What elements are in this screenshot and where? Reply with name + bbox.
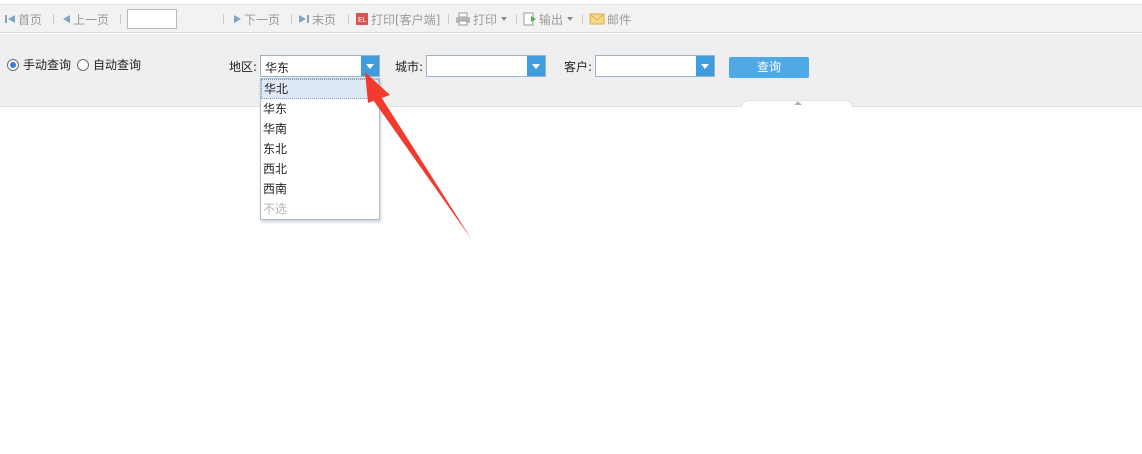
- region-value: 华东: [265, 61, 290, 75]
- dropdown-option[interactable]: 东北: [261, 139, 379, 159]
- region-dropdown-button[interactable]: [361, 56, 379, 76]
- last-page-button[interactable]: 末页: [298, 5, 336, 33]
- city-dropdown-button[interactable]: [527, 56, 545, 76]
- region-combobox[interactable]: 华东: [260, 55, 380, 77]
- print-button[interactable]: 打印: [455, 5, 508, 33]
- next-page-icon: [234, 15, 241, 23]
- dropdown-option[interactable]: 华东: [261, 99, 379, 119]
- first-page-label: 首页: [18, 12, 43, 27]
- dropdown-option[interactable]: 华北: [261, 79, 379, 99]
- printer-icon: [456, 12, 470, 26]
- mail-icon: [589, 13, 605, 25]
- chevron-down-icon: [532, 63, 540, 69]
- mail-label: 邮件: [607, 12, 632, 27]
- region-label: 地区:: [229, 60, 258, 74]
- radio-checked-icon[interactable]: [7, 58, 19, 71]
- export-label: 输出: [539, 12, 564, 27]
- dropdown-option[interactable]: 西南: [261, 179, 379, 199]
- region-dropdown-list: 华北 华东 华南 东北 西北 西南 不选: [260, 78, 380, 220]
- manual-query-label: 手动查询: [23, 58, 72, 72]
- last-page-label: 末页: [312, 12, 337, 27]
- annotation-arrow-shape: [371, 92, 472, 240]
- next-page-label: 下一页: [244, 12, 281, 27]
- print-client-button[interactable]: EL 打印[客户端]: [355, 5, 440, 33]
- prev-page-button[interactable]: 上一页: [61, 5, 109, 33]
- prev-page-icon: [63, 15, 70, 23]
- toolbar-separator: [582, 14, 583, 24]
- toolbar-separator: [348, 14, 349, 24]
- print-client-icon: EL: [356, 13, 368, 25]
- toolbar-separator: [448, 14, 449, 24]
- customer-dropdown-button[interactable]: [696, 56, 714, 76]
- print-client-label: 打印[客户端]: [371, 12, 441, 27]
- toolbar-separator: [291, 14, 292, 24]
- manual-query-option[interactable]: 手动查询: [7, 56, 71, 73]
- radio-unchecked-icon[interactable]: [77, 58, 89, 71]
- export-button[interactable]: 输出: [523, 5, 574, 33]
- toolbar-separator: [53, 14, 54, 24]
- page-number-input[interactable]: [127, 9, 177, 29]
- auto-query-label: 自动查询: [93, 58, 142, 72]
- print-label: 打印: [473, 12, 498, 27]
- customer-combobox[interactable]: [595, 55, 715, 77]
- last-page-icon: [299, 15, 309, 23]
- svg-text:EL: EL: [358, 17, 367, 24]
- chevron-down-icon: [701, 63, 709, 69]
- collapse-panel-toggle[interactable]: [741, 100, 853, 108]
- dropdown-option[interactable]: 华南: [261, 119, 379, 139]
- next-page-button[interactable]: 下一页: [232, 5, 280, 33]
- city-combobox[interactable]: [426, 55, 546, 77]
- query-params-panel: 手动查询 自动查询 地区: 华东 城市: 客户: 查询: [0, 34, 1142, 108]
- toolbar-separator: [223, 14, 224, 24]
- customer-label: 客户:: [564, 60, 593, 74]
- mail-button[interactable]: 邮件: [589, 5, 631, 33]
- toolbar-separator: [120, 14, 121, 24]
- chevron-down-icon: [501, 17, 508, 21]
- export-icon: [523, 12, 536, 26]
- dropdown-option-none[interactable]: 不选: [261, 199, 379, 219]
- chevron-down-icon: [567, 17, 574, 21]
- report-toolbar: 首页 上一页 下一页 末页 EL 打印[客户端] 打印 输出 邮件: [0, 5, 1142, 33]
- first-page-icon: [5, 15, 15, 23]
- query-button[interactable]: 查询: [729, 57, 809, 78]
- auto-query-option[interactable]: 自动查询: [77, 56, 141, 73]
- city-label: 城市:: [395, 60, 424, 74]
- first-page-button[interactable]: 首页: [4, 5, 42, 33]
- prev-page-label: 上一页: [73, 12, 110, 27]
- dropdown-option[interactable]: 西北: [261, 159, 379, 179]
- chevron-down-icon: [366, 63, 374, 69]
- toolbar-separator: [516, 14, 517, 24]
